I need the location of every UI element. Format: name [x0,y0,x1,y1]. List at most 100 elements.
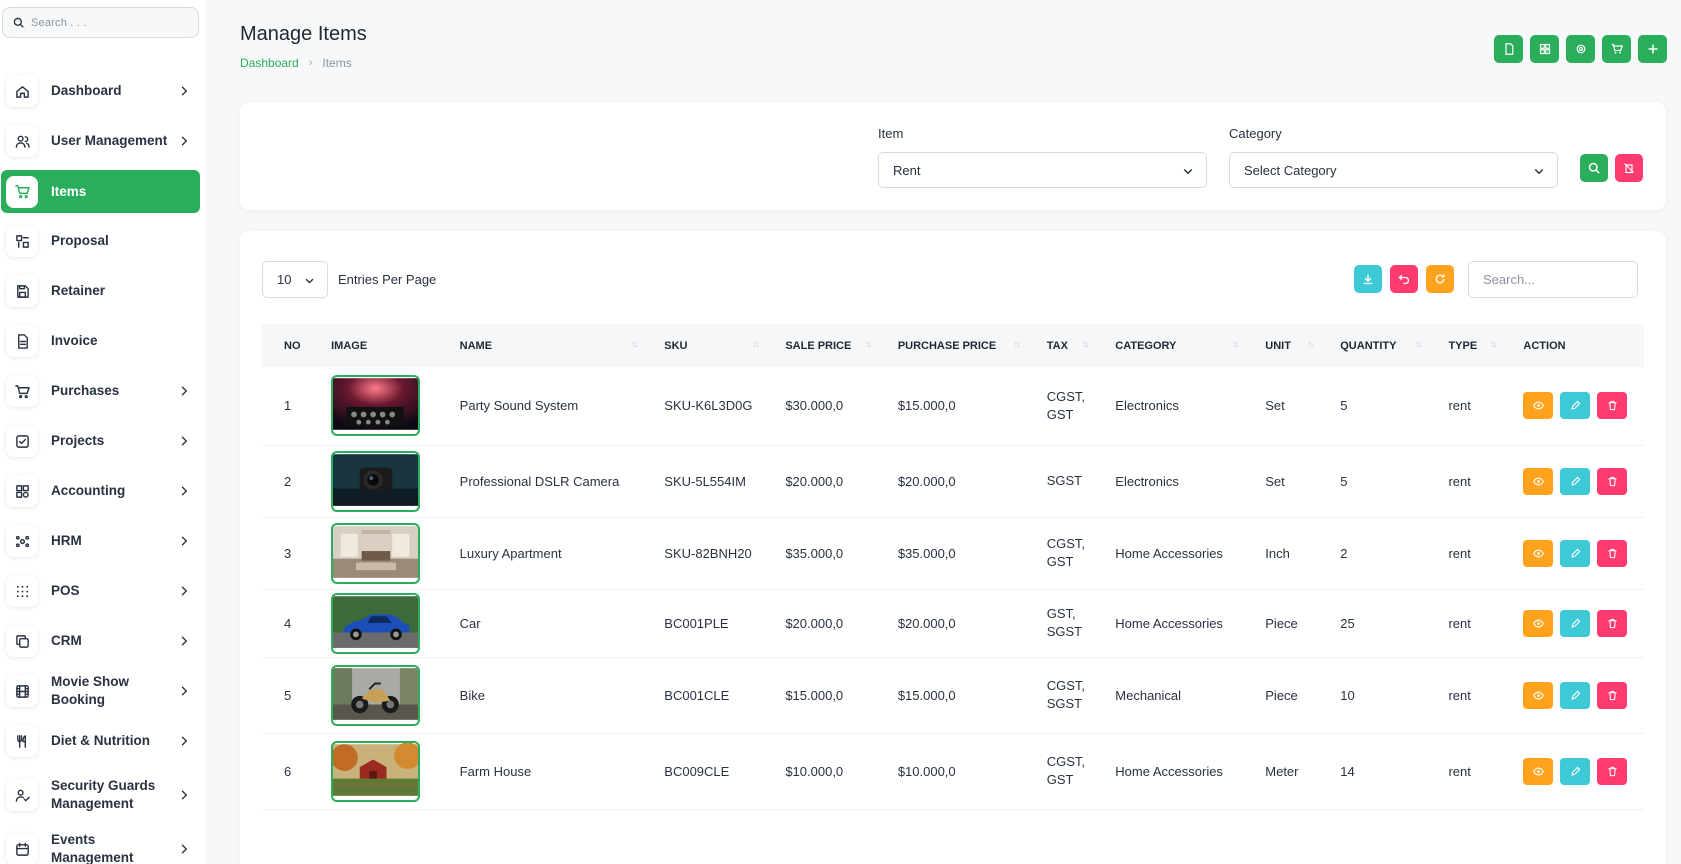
cell-no: 1 [262,367,310,446]
sidebar-item-security-guards-management[interactable]: Security Guards Management [0,766,206,824]
sidebar-item-retainer[interactable]: Retainer [0,266,206,316]
bike-image[interactable] [331,664,421,726]
column-header-unit[interactable]: UNIT ↑↓ [1243,324,1318,367]
camera-image[interactable] [331,450,421,512]
column-header-sku[interactable]: SKU ↑↓ [642,324,763,367]
cell-sale-price: $20.000,0 [763,589,876,658]
cell-quantity: 5 [1318,367,1427,446]
column-header-name[interactable]: NAME ↑↓ [438,324,643,367]
cart-icon [1611,43,1623,54]
trash-off-icon [1624,163,1634,174]
chevron-right-icon: › [308,57,313,69]
cell-tax: CGST, GST [1024,733,1094,810]
view-button[interactable] [1523,539,1554,567]
sidebar-item-pos[interactable]: POS [0,566,206,616]
cell-sale-price: $20.000,0 [763,445,876,518]
grid-icon [1539,43,1550,55]
sidebar-item-crm[interactable]: CRM [0,616,206,666]
cell-type: rent [1426,589,1502,658]
sidebar-search-input[interactable]: Search . . . [2,7,199,38]
cell-sku: BC001CLE [642,657,764,734]
sidebar-item-label: Retainer [51,283,106,298]
tax-value: CGST, [1046,536,1086,551]
edit-button[interactable] [1560,757,1591,785]
delete-button[interactable] [1597,539,1628,567]
settings-button[interactable] [1566,35,1595,63]
cell-actions [1501,733,1644,810]
edit-button[interactable] [1560,539,1591,567]
export-button[interactable] [1354,265,1382,293]
edit-button[interactable] [1560,467,1591,495]
sidebar-item-items[interactable]: Items [1,170,200,213]
car-image[interactable] [331,592,421,654]
pencil-icon [1571,618,1581,628]
filter-card: Item Rent Category Select Category [240,102,1666,210]
cell-image [309,517,438,590]
view-button[interactable] [1523,467,1554,495]
view-button[interactable] [1523,609,1554,637]
cell-sku: SKU-82BNH20 [642,517,764,590]
edit-button[interactable] [1560,609,1591,637]
edit-button[interactable] [1560,681,1591,709]
apply-filter-button[interactable] [1580,154,1608,182]
cell-tax: CGST, SGST [1024,657,1094,734]
cell-actions [1501,517,1644,590]
sidebar-item-label: User Management [51,133,168,148]
column-header-category[interactable]: CATEGORY ↑↓ [1093,324,1243,367]
column-header-sale-price[interactable]: SALE PRICE ↑↓ [763,324,875,367]
trash-icon [1608,401,1617,411]
sidebar-item-diet-nutrition[interactable]: Diet & Nutrition [0,716,206,766]
sidebar-item-label: Security Guards Management [51,778,156,811]
column-header-quantity[interactable]: QUANTITY ↑↓ [1318,324,1426,367]
grid-view-button[interactable] [1530,35,1559,63]
sidebar-item-projects[interactable]: Projects [0,416,206,466]
sidebar-item-label: POS [51,583,80,598]
category-filter-select[interactable]: Select Category [1229,152,1558,188]
column-header-tax[interactable]: TAX ↑↓ [1025,324,1094,367]
reset-filter-button[interactable] [1615,154,1643,182]
column-header-type[interactable]: TYPE ↑↓ [1426,324,1501,367]
delete-button[interactable] [1597,757,1628,785]
cell-sale-price: $10.000,0 [763,733,876,810]
column-header-purchase-price[interactable]: PURCHASE PRICE ↑↓ [876,324,1025,367]
farm-house-image[interactable] [331,740,421,802]
item-filter-select[interactable]: Rent [878,152,1207,188]
sidebar-item-label: Purchases [51,383,120,398]
view-button[interactable] [1523,757,1554,785]
sidebar-item-purchases[interactable]: Purchases [0,366,206,416]
cart-button[interactable] [1602,35,1631,63]
sidebar-item-events-management[interactable]: Events Management [0,824,206,864]
sort-icon: ↑↓ [1232,339,1239,349]
delete-button[interactable] [1597,681,1628,709]
sidebar-item-hrm[interactable]: HRM [0,516,206,566]
sort-icon: ↑↓ [1415,339,1422,349]
chevron-down-icon [1183,168,1193,175]
table-search-input[interactable] [1468,261,1638,298]
reload-button[interactable] [1426,265,1454,293]
sidebar-item-user-management[interactable]: User Management [0,116,206,166]
sidebar-item-dashboard[interactable]: Dashboard [0,66,206,116]
cell-tax: CGST, GST [1024,517,1094,590]
cell-category: Mechanical [1093,657,1244,734]
sound-system-image[interactable] [331,375,421,437]
edit-button[interactable] [1560,392,1591,420]
sidebar-item-invoice[interactable]: Invoice [0,316,206,366]
breadcrumb-dashboard-link[interactable]: Dashboard [240,56,299,70]
column-header-label: TYPE [1448,339,1478,352]
column-header-label: ACTION [1523,339,1566,352]
delete-button[interactable] [1597,392,1628,420]
view-button[interactable] [1523,681,1554,709]
sidebar-item-proposal[interactable]: Proposal [0,216,206,266]
chevron-right-icon [181,86,188,96]
sidebar-item-accounting[interactable]: Accounting [0,466,206,516]
view-button[interactable] [1523,392,1554,420]
reset-button[interactable] [1390,265,1418,293]
entries-per-page-select[interactable]: 10 [262,261,328,298]
add-item-button[interactable] [1638,35,1667,63]
delete-button[interactable] [1597,609,1628,637]
item-filter-value: Rent [893,162,921,178]
import-button[interactable] [1494,35,1523,63]
delete-button[interactable] [1597,467,1628,495]
sidebar-item-movie-show-booking[interactable]: Movie Show Booking [0,666,206,716]
apartment-image[interactable] [331,522,421,584]
